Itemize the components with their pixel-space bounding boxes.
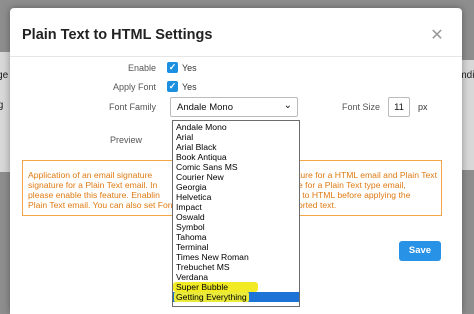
font-option[interactable]: Courier New — [173, 172, 299, 182]
font-option[interactable]: Oswald — [173, 212, 299, 222]
font-family-value: Andale Mono — [177, 102, 233, 113]
font-option[interactable]: Tahoma — [173, 232, 299, 242]
enable-checkbox-label: Yes — [182, 63, 197, 73]
info-line-right-1: ture for a HTML email and Plain Text — [298, 170, 437, 180]
font-option-highlighted[interactable]: Super Bubble — [173, 282, 258, 292]
close-icon[interactable]: ✕ — [424, 23, 450, 49]
info-line-left-3: please enable this feature. Enablin — [28, 190, 160, 200]
font-option[interactable]: Andale Mono — [173, 122, 299, 132]
font-family-label: Font Family — [108, 102, 156, 112]
info-line-left-4: Plain Text email. You can also set Fon — [28, 200, 173, 210]
apply-font-checkbox[interactable]: ✓ — [167, 81, 178, 92]
font-option-selected[interactable]: Getting Everything — [173, 292, 299, 302]
apply-font-label: Apply Font — [112, 82, 156, 92]
font-family-select[interactable]: Andale Mono ⌄ — [170, 97, 298, 117]
enable-checkbox[interactable]: ✓ — [167, 62, 178, 73]
font-option[interactable]: Impact — [173, 202, 299, 212]
enable-label: Enable — [127, 63, 156, 73]
font-option[interactable]: Georgia — [173, 182, 299, 192]
font-option[interactable]: Verdana — [173, 272, 299, 282]
font-option[interactable]: Trebuchet MS — [173, 262, 299, 272]
font-option[interactable]: Arial Black — [173, 142, 299, 152]
font-size-unit: px — [418, 102, 428, 112]
background-text-left-2: ing — [0, 100, 4, 111]
chevron-down-icon: ⌄ — [283, 100, 292, 111]
font-size-label: Font Size — [341, 102, 380, 112]
font-option[interactable]: Symbol — [173, 222, 299, 232]
font-option[interactable]: Terminal — [173, 242, 299, 252]
font-size-input[interactable]: 11 — [388, 97, 410, 117]
save-button[interactable]: Save — [399, 241, 441, 261]
font-family-dropdown-list[interactable]: Andale Mono Arial Arial Black Book Antiq… — [172, 120, 300, 307]
font-option[interactable]: Times New Roman — [173, 252, 299, 262]
modal-title: Plain Text to HTML Settings — [22, 27, 213, 43]
info-line-right-4: orted text. — [298, 200, 337, 210]
apply-font-checkbox-label: Yes — [182, 82, 197, 92]
header-divider — [10, 56, 462, 57]
font-option-selected-label: Getting Everything — [174, 292, 249, 302]
info-line-left-2: signature for a Plain Text email. In — [28, 180, 158, 190]
background-text-left-1: ange — [0, 70, 9, 81]
font-option[interactable]: Book Antiqua — [173, 152, 299, 162]
font-option[interactable]: Comic Sans MS — [173, 162, 299, 172]
info-line-right-3: l to HTML before applying the — [298, 190, 411, 200]
info-line-left-1: Application of an email signature — [28, 170, 153, 180]
info-line-right-2: e for a Plain Text type email, — [298, 180, 406, 190]
font-option[interactable]: Helvetica — [173, 192, 299, 202]
preview-label: Preview — [109, 135, 142, 145]
font-option[interactable]: Arial — [173, 132, 299, 142]
